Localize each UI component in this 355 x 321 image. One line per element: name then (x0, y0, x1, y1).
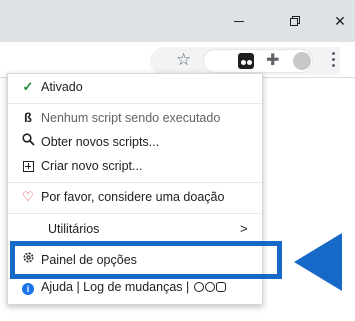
highlight-box (10, 241, 282, 279)
menu-item-utilities[interactable]: Utilitários > (8, 219, 262, 239)
close-icon: ✕ (334, 12, 346, 29)
menu-item-label: Ativado (41, 80, 83, 94)
menu-item-create-new-script[interactable]: Criar novo script... (8, 156, 262, 176)
menu-item-help[interactable]: i Ajuda | Log de mudanças | (8, 277, 262, 297)
instagram-icon[interactable] (215, 282, 226, 292)
menu-item-get-new-scripts[interactable]: Obter novos scripts... (8, 132, 262, 152)
help-changelog-label: Ajuda | Log de mudanças | (41, 280, 190, 294)
menu-divider (8, 182, 262, 183)
tampermonkey-icon[interactable] (238, 53, 254, 69)
menu-item-label: Nenhum script sendo executado (41, 111, 221, 125)
heart-icon: ♡ (22, 189, 34, 204)
add-box-icon (21, 156, 35, 176)
menu-divider (8, 213, 262, 214)
menu-item-label: Criar novo script... (41, 159, 143, 173)
menu-item-label: Obter novos scripts... (41, 135, 160, 149)
menu-divider (8, 103, 262, 104)
window-titlebar: ✕ (0, 0, 355, 42)
menu-item-label: Utilitários (48, 222, 100, 236)
pointer-arrow-icon (294, 233, 342, 291)
puzzle-icon[interactable]: ✚ (266, 52, 279, 70)
search-icon (21, 132, 35, 152)
menu-item-label: Ajuda | Log de mudanças | (41, 277, 226, 297)
menu-item-enabled[interactable]: ✓ Ativado (8, 77, 262, 97)
github-icon[interactable] (193, 282, 204, 292)
avatar[interactable] (293, 52, 311, 70)
menu-item-no-scripts: ß Nenhum script sendo executado (8, 108, 262, 128)
restore-icon (290, 16, 300, 26)
chevron-right-icon: > (240, 221, 248, 236)
menu-item-label: Por favor, considere uma doação (41, 190, 225, 204)
info-icon: i (21, 277, 35, 297)
minimize-icon (234, 20, 244, 22)
minimize-button[interactable] (225, 8, 253, 34)
star-icon[interactable]: ☆ (176, 51, 191, 69)
menu-item-donate[interactable]: ♡ Por favor, considere uma doação (8, 187, 262, 207)
facebook-icon[interactable] (204, 282, 215, 292)
close-button[interactable]: ✕ (326, 8, 354, 34)
script-icon: ß (24, 110, 32, 125)
check-icon: ✓ (22, 79, 34, 94)
maximize-button[interactable] (281, 8, 309, 34)
kebab-icon[interactable] (330, 51, 336, 69)
